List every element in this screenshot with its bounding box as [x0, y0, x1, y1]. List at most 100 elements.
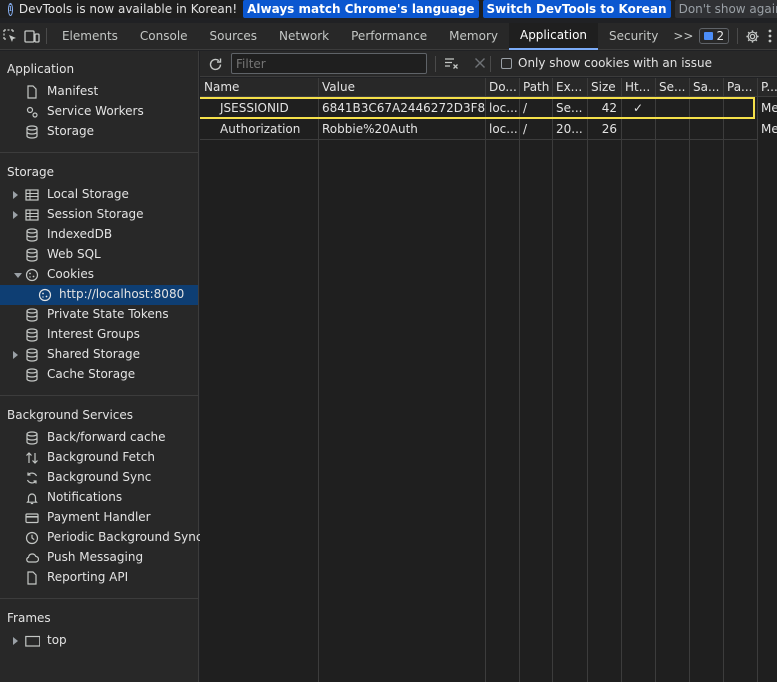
cookies-toolbar: Only show cookies with an issue [200, 51, 777, 77]
column-divider[interactable] [689, 78, 690, 682]
sidebar-item-shared-storage[interactable]: Shared Storage [0, 345, 198, 365]
switch-to-korean-button[interactable]: Switch DevTools to Korean [482, 0, 671, 18]
collapse-arrow-icon[interactable] [14, 273, 22, 278]
expand-arrow-icon[interactable] [13, 211, 18, 219]
sidebar-item-label: Service Workers [47, 104, 144, 118]
sidebar-item-label: Storage [47, 124, 94, 138]
column-header-partition-key[interactable]: Pa... [723, 78, 757, 97]
more-tabs-button[interactable]: >> [669, 23, 697, 50]
expand-arrow-icon[interactable] [13, 191, 18, 199]
cookie-secure-cell [655, 119, 689, 139]
document-icon [27, 85, 37, 99]
tab-elements[interactable]: Elements [51, 23, 129, 50]
cookie-path-cell: / [523, 101, 528, 115]
tab-memory[interactable]: Memory [438, 23, 509, 50]
column-header-name[interactable]: Name [200, 78, 319, 97]
issues-badge[interactable]: 2 [699, 28, 730, 44]
cookie-size-cell: 26 [601, 122, 617, 136]
sidebar-item-cache-storage[interactable]: Cache Storage [0, 365, 198, 385]
expand-arrow-icon[interactable] [13, 351, 18, 359]
refresh-icon[interactable] [202, 51, 229, 78]
column-header-path[interactable]: Path [519, 78, 552, 97]
sidebar-item-notifications[interactable]: Notifications [0, 488, 198, 508]
clear-filtered-cookies-icon[interactable] [444, 56, 460, 74]
inspect-element-icon[interactable] [0, 23, 21, 50]
delete-selected-icon[interactable] [473, 56, 487, 73]
sidebar-item-label: Background Sync [47, 470, 152, 484]
cookie-icon [25, 268, 39, 282]
tab-console[interactable]: Console [129, 23, 199, 50]
column-header-samesite[interactable]: Sa... [689, 78, 723, 97]
settings-gear-icon[interactable] [742, 23, 763, 50]
device-toolbar-icon[interactable] [21, 23, 42, 50]
column-divider[interactable] [519, 78, 520, 682]
sidebar-item-background-fetch[interactable]: Background Fetch [0, 448, 198, 468]
column-divider[interactable] [655, 78, 656, 682]
sidebar-item-session-storage[interactable]: Session Storage [0, 205, 198, 225]
cookie-path-cell: / [523, 122, 528, 136]
cookie-samesite-cell [689, 98, 723, 118]
sidebar-item-service-workers[interactable]: Service Workers [0, 102, 198, 122]
tab-security[interactable]: Security [598, 23, 669, 50]
sidebar-item-reporting-api[interactable]: Reporting API [0, 568, 198, 588]
tab-network[interactable]: Network [268, 23, 340, 50]
expand-arrow-icon[interactable] [13, 637, 18, 645]
sidebar-item-local-storage[interactable]: Local Storage [0, 185, 198, 205]
cookie-partition-cell [723, 119, 757, 139]
sidebar-item-label: Notifications [47, 490, 123, 504]
sidebar-divider [0, 395, 198, 396]
sidebar-item-back-forward-cache[interactable]: Back/forward cache [0, 428, 198, 448]
column-header-domain[interactable]: Do... [485, 78, 519, 97]
table-row[interactable]: Authorization Robbie%20Auth loc... / 20.… [200, 119, 777, 139]
cookie-expires-cell: 20... [556, 122, 583, 136]
cookie-filter-input[interactable] [231, 53, 427, 74]
sidebar-divider [0, 152, 198, 153]
more-options-icon[interactable] [763, 23, 777, 50]
tab-performance[interactable]: Performance [340, 23, 438, 50]
column-divider[interactable] [757, 78, 758, 682]
sidebar-item-private-state-tokens[interactable]: Private State Tokens [0, 305, 198, 325]
sidebar-item-indexeddb[interactable]: IndexedDB [0, 225, 198, 245]
sidebar-item-interest-groups[interactable]: Interest Groups [0, 325, 198, 345]
sidebar-item-frame-top[interactable]: top [0, 631, 198, 651]
sidebar-item-label: Background Fetch [47, 450, 155, 464]
language-infobar: i DevTools is now available in Korean! A… [0, 0, 777, 18]
column-divider[interactable] [318, 78, 319, 682]
column-divider[interactable] [552, 78, 553, 682]
column-divider[interactable] [621, 78, 622, 682]
column-header-httponly[interactable]: Ht... [621, 78, 655, 97]
column-divider[interactable] [587, 78, 588, 682]
sidebar-item-cookies[interactable]: Cookies [0, 265, 198, 285]
dont-show-again-button[interactable]: Don't show again [674, 0, 777, 18]
column-divider[interactable] [723, 78, 724, 682]
gears-icon [26, 106, 38, 118]
column-header-secure[interactable]: Se... [655, 78, 689, 97]
cookie-secure-cell [655, 98, 689, 118]
column-header-size[interactable]: Size [587, 78, 621, 97]
sidebar-item-label: IndexedDB [47, 227, 113, 241]
sidebar-item-web-sql[interactable]: Web SQL [0, 245, 198, 265]
cookie-icon [38, 288, 52, 302]
column-header-expires[interactable]: Ex... [552, 78, 587, 97]
sidebar-item-label: Cookies [47, 267, 94, 281]
only-issues-checkbox[interactable] [501, 58, 512, 69]
sidebar-item-periodic-background-sync[interactable]: Periodic Background Sync [0, 528, 203, 548]
tab-sources[interactable]: Sources [199, 23, 268, 50]
column-header-value[interactable]: Value [318, 78, 485, 97]
cookie-priority-cell: Me [761, 101, 777, 115]
sidebar-item-background-sync[interactable]: Background Sync [0, 468, 198, 488]
sidebar-item-label: Cache Storage [47, 367, 136, 381]
sidebar-item-label: Payment Handler [47, 510, 151, 524]
sidebar-item-storage[interactable]: Storage [0, 122, 198, 142]
match-chrome-language-button[interactable]: Always match Chrome's language [243, 0, 479, 18]
column-header-priority[interactable]: P... [757, 78, 777, 97]
sidebar-item-label: Web SQL [47, 247, 101, 261]
column-divider[interactable] [485, 78, 486, 682]
table-row[interactable]: JSESSIONID 6841B3C67A2446272D3F8A... loc… [200, 98, 777, 118]
tab-application[interactable]: Application [508, 22, 599, 50]
sidebar-item-cookie-origin[interactable]: http://localhost:8080 [0, 285, 198, 305]
sidebar-item-payment-handler[interactable]: Payment Handler [0, 508, 198, 528]
sidebar-item-manifest[interactable]: Manifest [0, 82, 198, 102]
cookie-httponly-cell: ✓ [633, 101, 644, 115]
sidebar-item-push-messaging[interactable]: Push Messaging [0, 548, 198, 568]
